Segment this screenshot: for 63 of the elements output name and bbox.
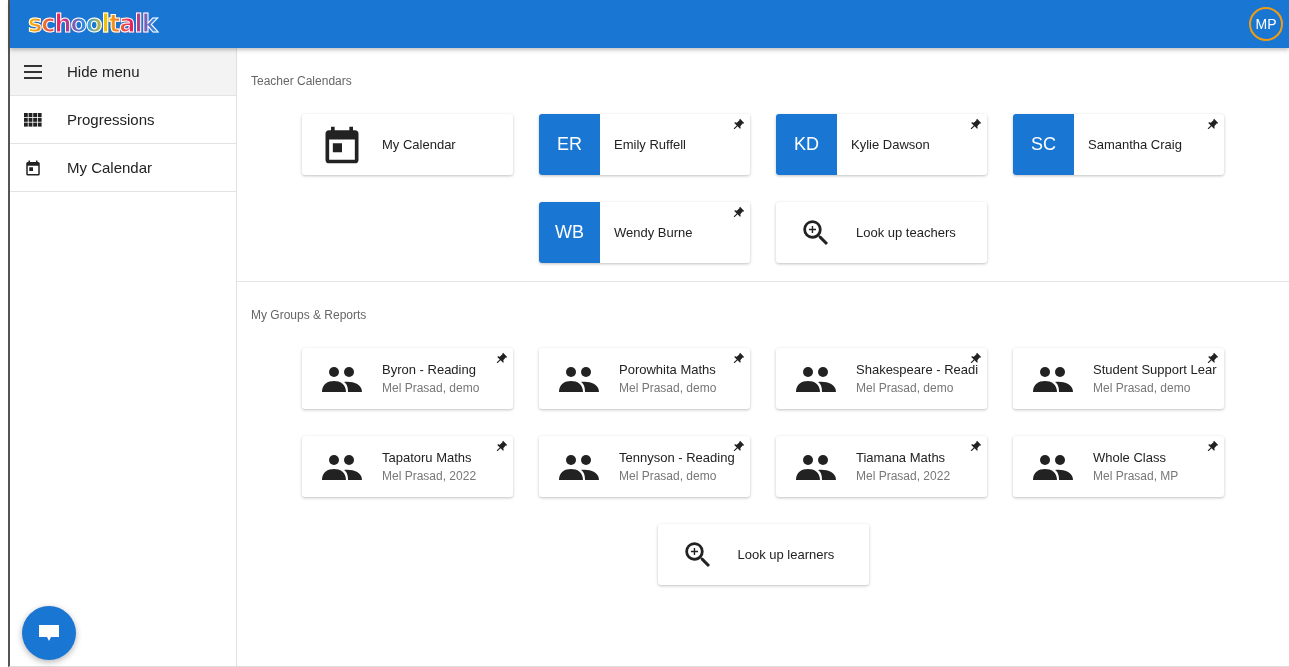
teacher-initials: SC xyxy=(1013,114,1074,175)
group-card[interactable]: Shakespeare - Readi Mel Prasad, demo xyxy=(776,348,987,409)
card-subtitle: Mel Prasad, demo xyxy=(856,381,955,395)
calendar-card[interactable]: My Calendar xyxy=(302,114,513,175)
search-card[interactable]: Look up teachers xyxy=(776,202,987,263)
group-card[interactable]: Byron - Reading Mel Prasad, demo xyxy=(302,348,513,409)
group-card[interactable]: Tiamana Maths Mel Prasad, 2022 xyxy=(776,436,987,497)
pin-icon[interactable] xyxy=(1205,352,1219,366)
search-card[interactable]: Look up learners xyxy=(657,524,869,585)
card-title: Shakespeare - Readi xyxy=(856,362,979,377)
card-title: Emily Ruffell xyxy=(613,137,686,152)
teacher-card[interactable]: KD Kylie Dawson xyxy=(776,114,987,175)
card-subtitle: Mel Prasad, demo xyxy=(619,381,717,395)
group-card[interactable]: Student Support Lear Mel Prasad, demo xyxy=(1013,348,1224,409)
group-card[interactable]: Tapatoru Maths Mel Prasad, 2022 xyxy=(302,436,513,497)
card-title: Look up teachers xyxy=(856,225,956,240)
group-card[interactable]: Porowhita Maths Mel Prasad, demo xyxy=(539,348,750,409)
card-subtitle: Mel Prasad, MP xyxy=(1093,469,1179,483)
pin-icon[interactable] xyxy=(731,206,745,220)
grid-icon xyxy=(24,112,42,127)
card-subtitle: Mel Prasad, 2022 xyxy=(382,469,477,483)
card-title: Whole Class xyxy=(1093,450,1167,465)
teacher-card[interactable]: SC Samantha Craig xyxy=(1013,114,1224,175)
card-subtitle: Mel Prasad, demo xyxy=(1093,381,1192,395)
teacher-initials: WB xyxy=(539,202,600,263)
group-card[interactable]: Whole Class Mel Prasad, MP xyxy=(1013,436,1224,497)
card-title: Tapatoru Maths xyxy=(382,450,473,465)
card-title: Samantha Craig xyxy=(1087,137,1182,152)
pin-icon[interactable] xyxy=(731,352,745,366)
card-subtitle: Mel Prasad, demo xyxy=(382,381,480,395)
pin-icon[interactable] xyxy=(731,118,745,132)
chat-icon xyxy=(38,623,60,643)
pin-icon[interactable] xyxy=(731,440,745,454)
pin-icon[interactable] xyxy=(968,352,982,366)
pin-icon[interactable] xyxy=(1205,118,1219,132)
pin-icon[interactable] xyxy=(494,440,508,454)
group-card[interactable]: Tennyson - Reading Mel Prasad, demo xyxy=(539,436,750,497)
section-title: Teacher Calendars xyxy=(251,74,353,88)
sidebar-item[interactable]: Hide menu xyxy=(10,48,236,96)
chat-button[interactable] xyxy=(22,606,76,660)
pin-icon[interactable] xyxy=(1205,440,1219,454)
teacher-initials: ER xyxy=(539,114,600,175)
pin-icon[interactable] xyxy=(968,118,982,132)
user-avatar[interactable]: MP xyxy=(1249,7,1283,41)
teacher-card[interactable]: ER Emily Ruffell xyxy=(539,114,750,175)
card-title: Porowhita Maths xyxy=(619,362,717,377)
section-title: My Groups & Reports xyxy=(251,308,368,322)
pin-icon[interactable] xyxy=(494,352,508,366)
menu-icon xyxy=(24,64,42,79)
card-title: Kylie Dawson xyxy=(850,137,930,152)
teacher-card[interactable]: WB Wendy Burne xyxy=(539,202,750,263)
teacher-initials: KD xyxy=(776,114,837,175)
card-subtitle: Mel Prasad, 2022 xyxy=(856,469,951,483)
pin-icon[interactable] xyxy=(968,440,982,454)
card-title: Look up learners xyxy=(737,547,835,562)
card-title: My Calendar xyxy=(382,137,456,152)
card-title: Tiamana Maths xyxy=(856,450,947,465)
card-subtitle: Mel Prasad, demo xyxy=(619,469,718,483)
card-title: Byron - Reading xyxy=(382,362,477,377)
card-title: Wendy Burne xyxy=(613,225,693,240)
card-title: Tennyson - Reading xyxy=(619,450,735,465)
card-title: Student Support Lear xyxy=(1093,362,1217,377)
calendar-icon xyxy=(24,158,42,177)
